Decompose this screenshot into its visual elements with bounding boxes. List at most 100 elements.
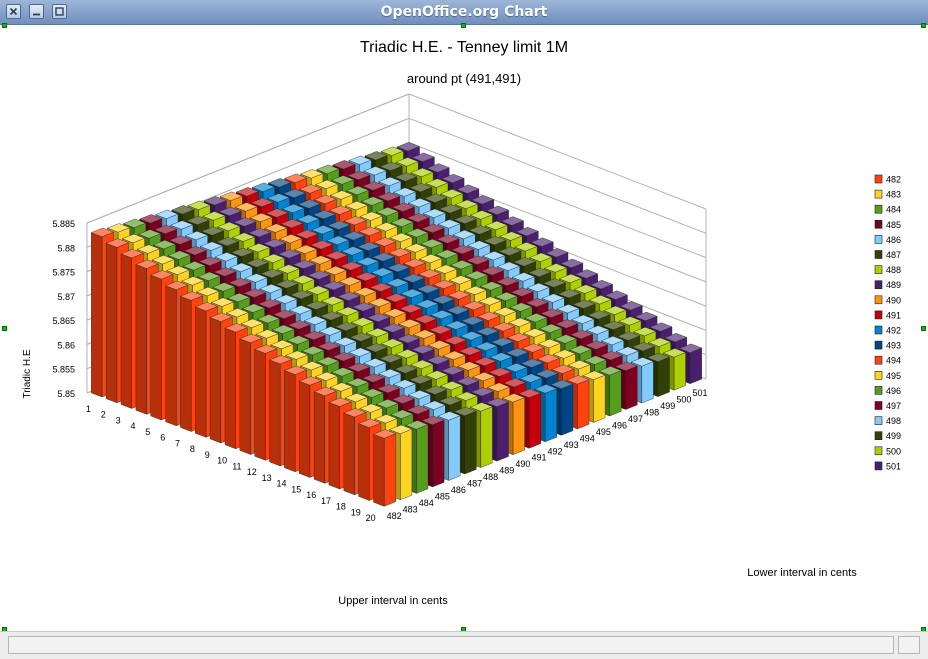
legend-swatch — [874, 370, 883, 380]
y-tick-label: 5.86 — [57, 340, 75, 350]
column-tick-label: 491 — [531, 453, 546, 463]
legend-swatch — [874, 189, 883, 199]
chart-canvas[interactable]: Triadic H.E. - Tenney limit 1M around pt… — [4, 25, 924, 631]
row-tick-label: 3 — [116, 415, 121, 425]
column-tick-label: 486 — [451, 485, 466, 495]
row-tick-label: 8 — [190, 444, 195, 454]
chart-bars — [90, 142, 703, 507]
column-tick-label: 484 — [419, 498, 434, 508]
row-tick-label: 10 — [217, 456, 227, 466]
legend-swatch — [874, 401, 883, 410]
legend-swatch — [874, 250, 883, 259]
column-tick-label: 488 — [483, 472, 498, 482]
legend-label: 490 — [886, 295, 901, 305]
row-tick-label: 14 — [276, 479, 286, 489]
selection-handle[interactable] — [921, 23, 926, 28]
column-tick-label: 501 — [692, 388, 707, 398]
window-titlebar: OpenOffice.org Chart — [0, 0, 928, 25]
row-tick-label: 13 — [262, 473, 272, 483]
legend-label: 497 — [886, 401, 901, 411]
legend-label: 495 — [886, 371, 901, 381]
y-tick-label: 5.88 — [57, 243, 75, 253]
column-tick-label: 490 — [515, 459, 530, 469]
column-tick-label: 483 — [403, 504, 418, 514]
column-tick-label: 493 — [564, 440, 579, 450]
column-tick-label: 500 — [676, 395, 691, 405]
legend-swatch — [874, 355, 883, 365]
legend-label: 489 — [886, 280, 901, 290]
legend-label: 493 — [886, 341, 901, 351]
selection-handle[interactable] — [921, 326, 926, 331]
y-tick-label: 5.85 — [57, 389, 75, 399]
legend-swatch — [874, 220, 883, 229]
column-tick-label: 482 — [387, 511, 402, 521]
row-tick-label: 20 — [366, 513, 376, 523]
legend-swatch — [874, 204, 883, 214]
row-tick-label: 19 — [351, 507, 361, 517]
chart-legend: 482 483 484 485 486 487 488 489 490 491 492 493 494 4… — [874, 174, 901, 471]
chart-subtitle: around pt (491,491) — [407, 71, 521, 86]
selection-handle[interactable] — [2, 326, 7, 331]
legend-swatch — [874, 174, 883, 184]
y-axis-title: Triadic H.E — [22, 349, 33, 398]
chart-svg: Triadic H.E. - Tenney limit 1M around pt… — [22, 39, 901, 607]
column-tick-label: 497 — [628, 414, 643, 424]
legend-label: 501 — [886, 461, 901, 471]
legend-label: 487 — [886, 250, 901, 260]
legend-label: 488 — [886, 265, 901, 275]
legend-label: 482 — [886, 175, 901, 185]
legend-swatch — [874, 310, 883, 320]
legend-swatch — [874, 386, 883, 395]
legend-label: 494 — [886, 356, 901, 366]
row-tick-label: 6 — [160, 433, 165, 443]
column-tick-label: 496 — [612, 421, 627, 431]
legend-swatch — [874, 295, 883, 305]
legend-swatch — [874, 416, 883, 425]
legend-label: 499 — [886, 431, 901, 441]
legend-label: 491 — [886, 310, 901, 320]
legend-swatch — [874, 325, 883, 335]
legend-label: 496 — [886, 386, 901, 396]
y-tick-label: 5.885 — [52, 219, 75, 229]
legend-swatch — [874, 446, 883, 456]
row-tick-label: 12 — [247, 467, 257, 477]
column-tick-label: 489 — [499, 466, 514, 476]
column-tick-label: 487 — [467, 479, 482, 489]
row-tick-label: 11 — [232, 461, 241, 471]
row-tick-label: 16 — [306, 490, 316, 500]
legend-swatch — [874, 280, 883, 289]
column-tick-label: 499 — [660, 401, 675, 411]
legend-swatch — [874, 431, 883, 441]
y-tick-label: 5.855 — [52, 365, 75, 375]
legend-label: 492 — [886, 326, 901, 336]
column-tick-label: 485 — [435, 491, 450, 501]
legend-label: 483 — [886, 190, 901, 200]
resize-grip[interactable] — [898, 636, 920, 654]
y-tick-label: 5.865 — [52, 316, 75, 326]
row-tick-label: 5 — [145, 427, 150, 437]
row-tick-label: 18 — [336, 502, 346, 512]
legend-swatch — [874, 340, 883, 350]
row-tick-label: 9 — [205, 450, 210, 460]
x-axis-title: Upper interval in cents — [338, 595, 448, 607]
column-tick-label: 495 — [596, 427, 611, 437]
selection-handle[interactable] — [2, 23, 7, 28]
row-tick-label: 4 — [130, 421, 135, 431]
y-tick-label: 5.87 — [57, 292, 75, 302]
status-field — [8, 636, 894, 654]
legend-swatch — [874, 461, 883, 471]
row-tick-label: 7 — [175, 438, 180, 448]
legend-label: 484 — [886, 205, 901, 215]
row-tick-label: 1 — [86, 404, 91, 414]
legend-swatch — [874, 235, 883, 244]
column-tick-label: 494 — [580, 433, 595, 443]
chart-title: Triadic H.E. - Tenney limit 1M — [360, 39, 568, 56]
bar — [372, 429, 397, 507]
window-title: OpenOffice.org Chart — [380, 4, 548, 20]
selection-handle[interactable] — [461, 23, 466, 28]
row-tick-label: 17 — [321, 496, 331, 506]
y-tick-label: 5.875 — [52, 268, 75, 278]
legend-label: 486 — [886, 235, 901, 245]
legend-label: 485 — [886, 220, 901, 230]
row-tick-label: 15 — [291, 484, 301, 494]
